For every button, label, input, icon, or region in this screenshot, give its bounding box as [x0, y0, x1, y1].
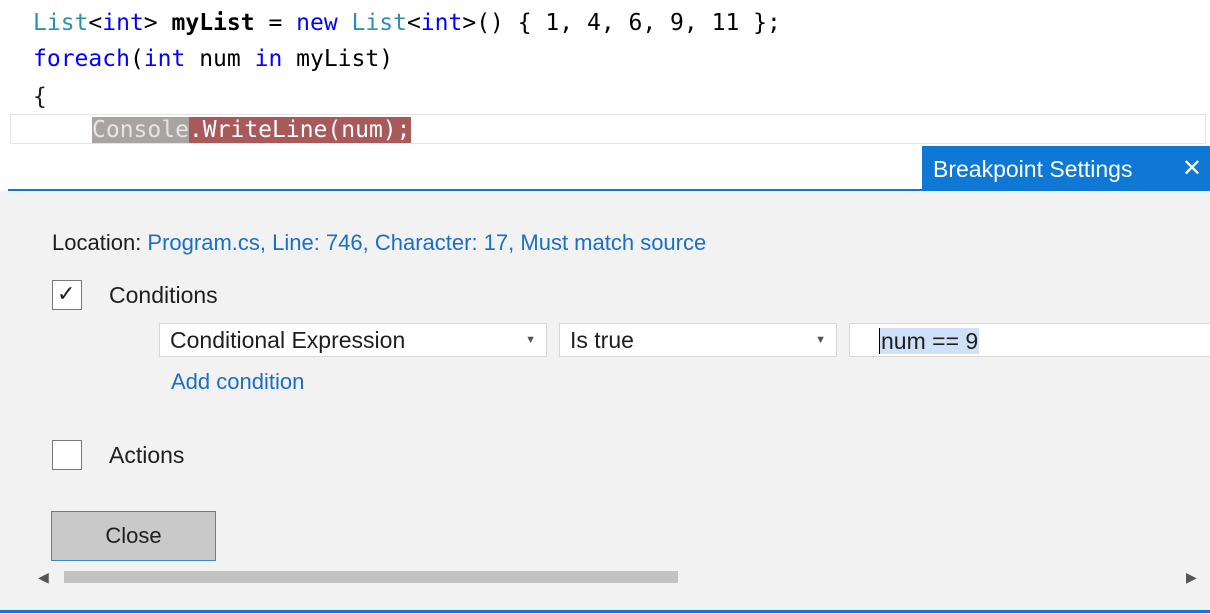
scrollbar-thumb[interactable]	[64, 571, 678, 583]
scroll-right-icon[interactable]: ▶	[1186, 566, 1197, 588]
code-editor[interactable]: List<int> myList = new List<int>() { 1, …	[0, 0, 1210, 150]
location-row: Location: Program.cs, Line: 746, Charact…	[52, 230, 706, 256]
code-token: <	[406, 10, 421, 36]
chevron-down-icon: ▼	[525, 334, 536, 346]
code-token: List	[351, 10, 407, 36]
actions-label[interactable]: Actions	[109, 442, 184, 469]
code-token: int	[143, 46, 186, 72]
close-button[interactable]: Close	[51, 511, 216, 561]
code-token: List	[33, 10, 89, 36]
location-label: Location:	[52, 230, 142, 255]
code-token: int	[420, 10, 463, 36]
close-icon[interactable]: ✕	[1182, 146, 1202, 192]
code-token: <	[88, 10, 103, 36]
code-token: num	[185, 46, 255, 72]
code-token: =	[254, 10, 297, 36]
add-condition-link[interactable]: Add condition	[171, 369, 304, 395]
breakpoint-settings-title: Breakpoint Settings	[933, 156, 1133, 182]
condition-operator-dropdown[interactable]: Is true ▼	[559, 323, 837, 357]
code-token: new	[296, 10, 338, 36]
code-token: >() { 1, 4, 6, 9, 11 };	[462, 10, 781, 36]
code-line-1: List<int> myList = new List<int>() { 1, …	[33, 6, 781, 40]
code-token: myList)	[282, 46, 394, 72]
condition-expression-input[interactable]: num == 9	[849, 323, 1210, 357]
code-token: >	[143, 10, 172, 36]
text-caret	[879, 328, 880, 354]
code-token: in	[254, 46, 283, 72]
condition-operator-value: Is true	[570, 327, 634, 353]
breakpoint-settings-panel: Location: Program.cs, Line: 746, Charact…	[0, 191, 1210, 610]
conditions-label[interactable]: Conditions	[109, 282, 218, 309]
breakpoint-settings-tab: Breakpoint Settings ✕	[922, 146, 1210, 190]
checkmark-icon: ✓	[57, 282, 76, 307]
peek-border-bottom	[0, 610, 1210, 613]
code-token: (	[129, 46, 144, 72]
breakpoint-statement-part-1: Console	[92, 117, 189, 143]
location-link[interactable]: Program.cs, Line: 746, Character: 17, Mu…	[147, 230, 706, 255]
actions-checkbox[interactable]	[52, 440, 82, 470]
condition-type-dropdown[interactable]: Conditional Expression ▼	[159, 323, 547, 357]
conditions-checkbox[interactable]: ✓	[52, 280, 82, 310]
code-token: int	[102, 10, 144, 36]
breakpoint-statement-part-2: .WriteLine(num);	[188, 117, 411, 143]
chevron-down-icon: ▼	[815, 334, 826, 346]
condition-expression-text: num == 9	[880, 328, 980, 354]
scroll-left-icon[interactable]: ◀	[38, 566, 49, 588]
condition-type-value: Conditional Expression	[170, 327, 406, 353]
breakpoint-statement[interactable]: Console.WriteLine(num);	[92, 116, 411, 144]
code-token: foreach	[33, 46, 130, 72]
horizontal-scrollbar[interactable]: ◀ ▶	[34, 566, 1210, 588]
code-line-3: {	[33, 84, 47, 110]
code-line-2: foreach(int num in myList)	[33, 42, 393, 76]
code-token: myList	[171, 10, 255, 36]
